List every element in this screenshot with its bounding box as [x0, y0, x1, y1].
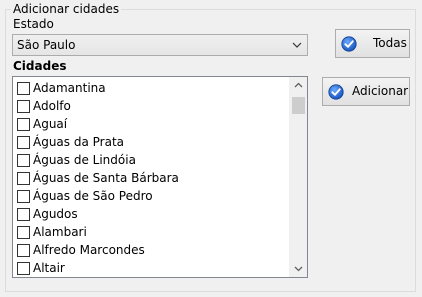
city-label: Águas de São Pedro	[33, 189, 153, 203]
estado-combobox[interactable]: São Paulo	[12, 34, 308, 56]
city-checkbox[interactable]	[17, 118, 30, 131]
check-circle-icon	[328, 84, 344, 100]
list-item[interactable]: Águas de São Pedro	[13, 187, 290, 205]
city-label: Alambari	[33, 225, 87, 239]
todas-button-label: Todas	[373, 36, 407, 50]
city-checkbox[interactable]	[17, 190, 30, 203]
city-checkbox[interactable]	[17, 244, 30, 257]
city-checkbox[interactable]	[17, 154, 30, 167]
check-circle-icon	[341, 36, 357, 52]
city-checkbox[interactable]	[17, 82, 30, 95]
scroll-down-arrow-icon[interactable]	[294, 264, 303, 273]
groupbox-title: Adicionar cidades	[11, 1, 122, 17]
list-item[interactable]: Águas de Santa Bárbara	[13, 169, 290, 187]
estado-label: Estado	[13, 17, 54, 31]
city-label: Agudos	[33, 207, 78, 221]
vertical-scrollbar[interactable]	[289, 77, 307, 277]
city-checkbox[interactable]	[17, 208, 30, 221]
adicionar-button-label: Adicionar	[352, 84, 409, 98]
city-label: Adamantina	[33, 81, 106, 95]
list-item[interactable]: Alfredo Marcondes	[13, 241, 290, 259]
chevron-down-icon	[292, 42, 302, 48]
city-checkbox[interactable]	[17, 262, 30, 275]
cidades-list: Adamantina Adolfo Aguaí Águas da Prata Águas…	[13, 79, 290, 277]
city-label: Águas da Prata	[33, 135, 125, 149]
list-item[interactable]: Águas de Lindóia	[13, 151, 290, 169]
scroll-up-arrow-icon[interactable]	[294, 81, 303, 90]
city-label: Altair	[33, 261, 65, 275]
list-item[interactable]: Adolfo	[13, 97, 290, 115]
city-checkbox[interactable]	[17, 136, 30, 149]
cidades-checklist[interactable]: Adamantina Adolfo Aguaí Águas da Prata Águas…	[12, 76, 308, 278]
scroll-thumb[interactable]	[292, 97, 305, 114]
list-item[interactable]: Alambari	[13, 223, 290, 241]
city-checkbox[interactable]	[17, 172, 30, 185]
todas-button[interactable]: Todas	[335, 29, 410, 58]
estado-selected-value: São Paulo	[17, 38, 76, 52]
adicionar-button[interactable]: Adicionar	[322, 77, 410, 106]
city-checkbox[interactable]	[17, 100, 30, 113]
list-item[interactable]: Aguaí	[13, 115, 290, 133]
city-label: Águas de Lindóia	[33, 153, 136, 167]
city-label: Aguaí	[33, 117, 68, 131]
list-item[interactable]: Águas da Prata	[13, 133, 290, 151]
cidades-label: Cidades	[13, 59, 67, 73]
city-label: Adolfo	[33, 99, 71, 113]
list-item[interactable]: Agudos	[13, 205, 290, 223]
city-label: Alfredo Marcondes	[33, 243, 145, 257]
list-item[interactable]: Altair	[13, 259, 290, 277]
city-label: Águas de Santa Bárbara	[33, 171, 179, 185]
list-item[interactable]: Adamantina	[13, 79, 290, 97]
city-checkbox[interactable]	[17, 226, 30, 239]
